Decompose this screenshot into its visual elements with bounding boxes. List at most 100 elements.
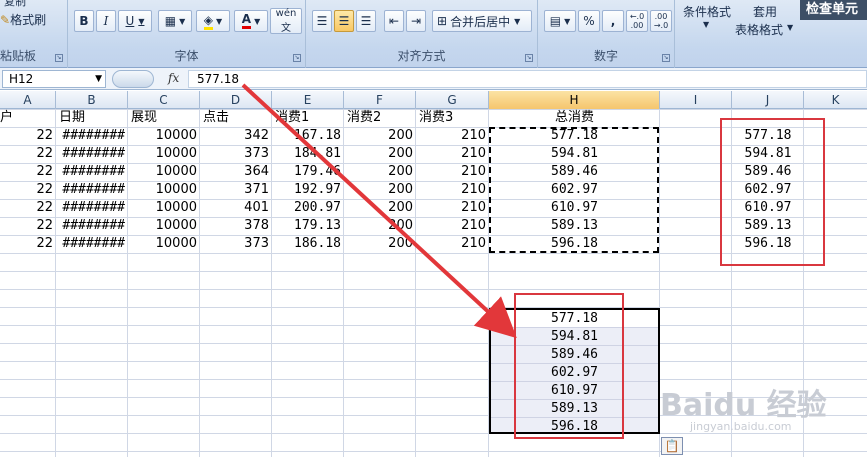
cell-g[interactable]: 210 bbox=[416, 127, 489, 145]
cell-g[interactable]: 210 bbox=[416, 199, 489, 217]
cell-d[interactable]: 364 bbox=[200, 163, 272, 181]
cell-a[interactable]: 22 bbox=[0, 181, 56, 199]
font-launcher-icon[interactable]: ↘ bbox=[293, 54, 301, 62]
header-cell-e[interactable]: 消费1 bbox=[275, 109, 344, 127]
cell-b[interactable]: ######## bbox=[56, 145, 128, 163]
header-cell-a[interactable]: 户 bbox=[0, 109, 56, 127]
align-right-button[interactable]: ☰ bbox=[356, 10, 376, 32]
conditional-format-button[interactable]: 条件格式 bbox=[683, 3, 731, 20]
cell-e[interactable]: 179.13 bbox=[272, 217, 344, 235]
column-header-c[interactable]: C bbox=[128, 91, 200, 109]
cell-g[interactable]: 210 bbox=[416, 235, 489, 253]
cell-d[interactable]: 373 bbox=[200, 145, 272, 163]
cell-f[interactable]: 200 bbox=[344, 235, 416, 253]
column-header-g[interactable]: G bbox=[416, 91, 489, 109]
cell-c[interactable]: 10000 bbox=[128, 163, 200, 181]
header-cell-h[interactable]: 总消费 bbox=[489, 109, 660, 127]
alignment-launcher-icon[interactable]: ↘ bbox=[525, 54, 533, 62]
apply-table-format-button[interactable]: 套用 bbox=[753, 3, 777, 20]
header-cell-d[interactable]: 点击 bbox=[203, 109, 272, 127]
decrease-decimal-button[interactable]: .00 →.0 bbox=[650, 10, 672, 32]
table-format-label[interactable]: 表格格式 bbox=[735, 21, 783, 38]
cell-c[interactable]: 10000 bbox=[128, 217, 200, 235]
comma-button[interactable]: , bbox=[602, 10, 624, 32]
cell-g[interactable]: 210 bbox=[416, 217, 489, 235]
cell-d[interactable]: 371 bbox=[200, 181, 272, 199]
cell-e[interactable]: 192.97 bbox=[272, 181, 344, 199]
cell-c[interactable]: 10000 bbox=[128, 127, 200, 145]
cell-a[interactable]: 22 bbox=[0, 145, 56, 163]
cell-a[interactable]: 22 bbox=[0, 163, 56, 181]
cell-e[interactable]: 184.81 bbox=[272, 145, 344, 163]
cell-e[interactable]: 200.97 bbox=[272, 199, 344, 217]
cell-a[interactable]: 22 bbox=[0, 235, 56, 253]
cell-b[interactable]: ######## bbox=[56, 217, 128, 235]
number-launcher-icon[interactable]: ↘ bbox=[662, 54, 670, 62]
cell-c[interactable]: 10000 bbox=[128, 235, 200, 253]
cell-f[interactable]: 200 bbox=[344, 181, 416, 199]
cell-f[interactable]: 200 bbox=[344, 145, 416, 163]
increase-indent-button[interactable]: ⇥ bbox=[406, 10, 426, 32]
header-cell-c[interactable]: 展现 bbox=[131, 109, 200, 127]
format-painter-button[interactable]: ✎格式刷 bbox=[0, 11, 46, 28]
align-left-button[interactable]: ☰ bbox=[312, 10, 332, 32]
cell-g[interactable]: 210 bbox=[416, 181, 489, 199]
cell-b[interactable]: ######## bbox=[56, 181, 128, 199]
italic-button[interactable]: I bbox=[96, 10, 116, 32]
name-box[interactable]: H12 ▼ bbox=[2, 70, 106, 88]
align-center-button[interactable]: ☰ bbox=[334, 10, 354, 32]
header-cell-b[interactable]: 日期 bbox=[59, 109, 128, 127]
header-cell-g[interactable]: 消费3 bbox=[419, 109, 488, 127]
cell-b[interactable]: ######## bbox=[56, 235, 128, 253]
decrease-indent-button[interactable]: ⇤ bbox=[384, 10, 404, 32]
underline-button[interactable]: U ▼ bbox=[118, 10, 152, 32]
cell-c[interactable]: 10000 bbox=[128, 145, 200, 163]
cell-f[interactable]: 200 bbox=[344, 127, 416, 145]
check-cell-style[interactable]: 检查单元 bbox=[800, 0, 867, 20]
formula-input[interactable]: 577.18 bbox=[188, 70, 867, 88]
column-header-k[interactable]: K bbox=[804, 91, 867, 109]
column-header-e[interactable]: E bbox=[272, 91, 344, 109]
bold-button[interactable]: B bbox=[74, 10, 94, 32]
column-header-j[interactable]: J bbox=[732, 91, 804, 109]
phonetic-button[interactable]: wén 文 bbox=[270, 8, 302, 34]
column-header-i[interactable]: I bbox=[660, 91, 732, 109]
header-cell-f[interactable]: 消费2 bbox=[347, 109, 416, 127]
cell-a[interactable]: 22 bbox=[0, 199, 56, 217]
column-header-b[interactable]: B bbox=[56, 91, 128, 109]
chevron-down-icon[interactable]: ▼ bbox=[95, 71, 102, 87]
cell-g[interactable]: 210 bbox=[416, 145, 489, 163]
cell-f[interactable]: 200 bbox=[344, 217, 416, 235]
font-color-button[interactable]: A ▼ bbox=[234, 10, 268, 32]
fill-color-button[interactable]: ◈ ▼ bbox=[196, 10, 230, 32]
cell-d[interactable]: 401 bbox=[200, 199, 272, 217]
column-header-f[interactable]: F bbox=[344, 91, 416, 109]
column-header-h[interactable]: H bbox=[489, 91, 660, 109]
cell-b[interactable]: ######## bbox=[56, 199, 128, 217]
clipboard-launcher-icon[interactable]: ↘ bbox=[55, 54, 63, 62]
increase-decimal-button[interactable]: ←.0 .00 bbox=[626, 10, 648, 32]
currency-button[interactable]: ▤ ▼ bbox=[544, 10, 576, 32]
cell-d[interactable]: 378 bbox=[200, 217, 272, 235]
cell-a[interactable]: 22 bbox=[0, 217, 56, 235]
cell-d[interactable]: 342 bbox=[200, 127, 272, 145]
cell-a[interactable]: 22 bbox=[0, 127, 56, 145]
paste-options-icon[interactable]: 📋 bbox=[661, 437, 683, 455]
cell-e[interactable]: 179.46 bbox=[272, 163, 344, 181]
cell-f[interactable]: 200 bbox=[344, 163, 416, 181]
cell-b[interactable]: ######## bbox=[56, 127, 128, 145]
insert-function-icon[interactable]: fx bbox=[168, 71, 179, 85]
cell-e[interactable]: 186.18 bbox=[272, 235, 344, 253]
cell-e[interactable]: 167.18 bbox=[272, 127, 344, 145]
cell-c[interactable]: 10000 bbox=[128, 181, 200, 199]
copy-button[interactable]: 复制 bbox=[4, 0, 26, 9]
cell-g[interactable]: 210 bbox=[416, 163, 489, 181]
column-header-d[interactable]: D bbox=[200, 91, 272, 109]
cell-c[interactable]: 10000 bbox=[128, 199, 200, 217]
formula-bar-handle[interactable] bbox=[112, 70, 154, 88]
cell-d[interactable]: 373 bbox=[200, 235, 272, 253]
column-header-a[interactable]: A bbox=[0, 91, 56, 109]
merge-center-button[interactable]: ⊞ 合并后居中 ▼ bbox=[432, 10, 532, 32]
percent-button[interactable]: % bbox=[578, 10, 600, 32]
cell-b[interactable]: ######## bbox=[56, 163, 128, 181]
